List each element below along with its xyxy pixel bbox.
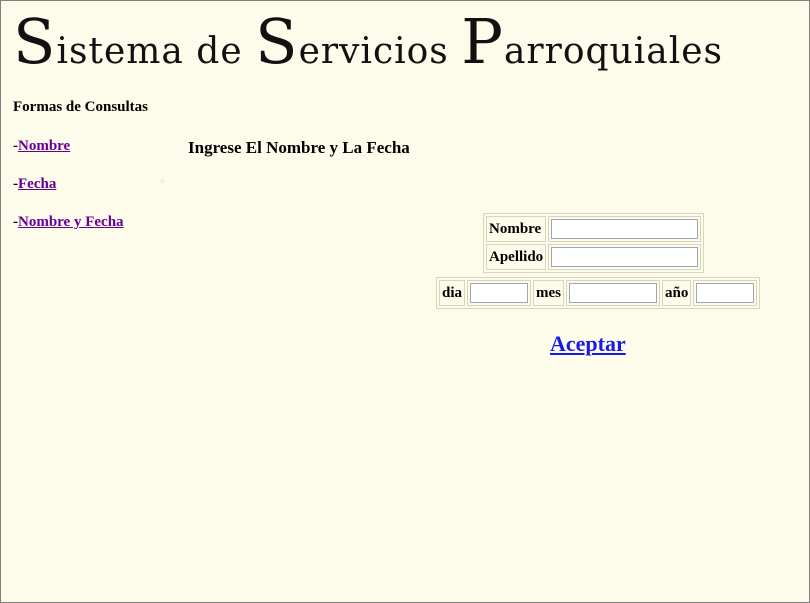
form-heading: Ingrese El Nombre y La Fecha [188, 138, 410, 157]
mes-cell [566, 280, 661, 306]
banner-word-parroquiales: arroquiales [503, 31, 723, 72]
site-banner-title: Sistema de Servicios Parroquiales [13, 11, 723, 73]
apellido-cell [548, 244, 702, 270]
mes-input[interactable] [569, 283, 658, 303]
dia-input[interactable] [470, 283, 529, 303]
nombre-input[interactable] [551, 219, 699, 239]
nombre-cell [548, 216, 702, 242]
apellido-label: Apellido [486, 244, 547, 270]
dia-cell [467, 280, 532, 306]
date-form-table: dia mes año [436, 277, 761, 309]
name-form-table: Nombre Apellido [483, 213, 705, 273]
ano-cell [693, 280, 758, 306]
banner-initial-p: P [461, 5, 504, 78]
nav-link-fecha[interactable]: Fecha [18, 176, 56, 192]
date-row: dia mes año [439, 280, 758, 306]
sidebar-title: Formas de Consultas [13, 99, 149, 115]
aceptar-link[interactable]: Aceptar [550, 331, 626, 357]
ano-input[interactable] [696, 283, 755, 303]
banner-initial-s2: S [255, 5, 299, 78]
sidebar-item-nombre: -Nombre [13, 138, 70, 155]
sidebar-item-nombre-y-fecha: -Nombre y Fecha [13, 214, 124, 231]
nombre-row: Nombre [486, 216, 702, 242]
mes-label: mes [533, 280, 565, 306]
banner-word-servicios: ervicios [298, 31, 462, 72]
apellido-input[interactable] [551, 247, 699, 267]
banner-initial-s: S [13, 5, 57, 78]
sidebar-item-fecha: -Fecha [13, 176, 56, 193]
ano-label: año [662, 280, 692, 306]
dia-label: dia [439, 280, 466, 306]
nombre-label: Nombre [486, 216, 547, 242]
nav-link-nombre-y-fecha[interactable]: Nombre y Fecha [18, 214, 124, 230]
nav-link-nombre[interactable]: Nombre [18, 138, 70, 154]
banner-word-sistema: istema de [56, 31, 256, 72]
page-frame: Sistema de Servicios Parroquiales Formas… [0, 0, 810, 603]
apellido-row: Apellido [486, 244, 702, 270]
